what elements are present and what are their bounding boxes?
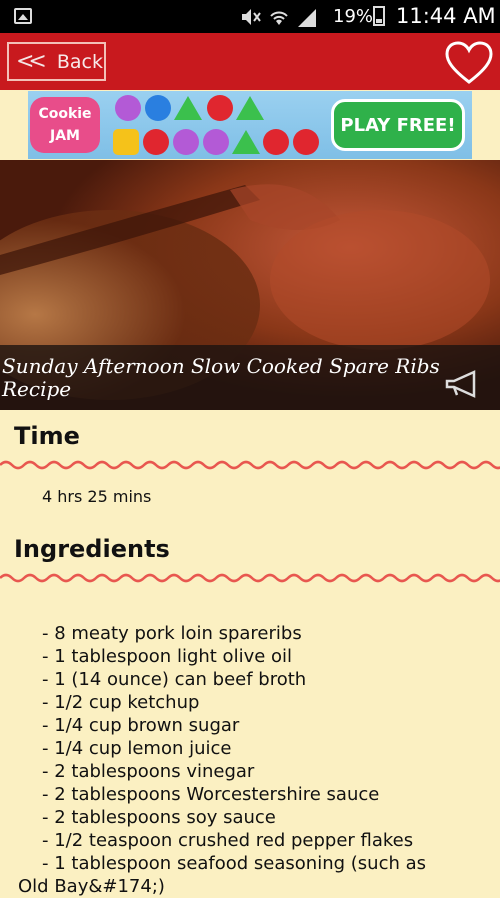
list-item: - 1 tablespoon seafood seasoning (such a… (42, 853, 427, 874)
list-item: - 1 tablespoon light olive oil (42, 646, 293, 667)
list-item: - 1/4 cup brown sugar (42, 715, 240, 736)
recipe-title: Sunday Afternoon Slow Cooked Spare Ribs … (2, 354, 440, 401)
list-item: - 1/4 cup lemon juice (42, 738, 232, 759)
favorite-heart-icon[interactable] (444, 41, 494, 85)
list-item: - 8 meaty pork loin spareribs (42, 623, 302, 644)
candy-graphic (113, 95, 319, 155)
ad-logo-line2: JAM (50, 128, 80, 144)
double-chevron-left-icon: << (16, 49, 47, 74)
battery-percent: 19% (333, 6, 374, 27)
play-free-button[interactable]: PLAY FREE! (331, 99, 465, 151)
wifi-icon (270, 11, 288, 25)
battery-icon (373, 6, 385, 26)
time-heading: Time (14, 422, 80, 450)
time-value: 4 hrs 25 mins (42, 487, 152, 506)
list-item: - 1 (14 ounce) can beef broth (42, 669, 307, 690)
gallery-icon (14, 8, 32, 24)
ad-logo: Cookie JAM (30, 97, 100, 153)
ingredients-list: - 8 meaty pork loin spareribs - 1 tables… (18, 622, 427, 898)
clock: 11:44 AM (396, 4, 496, 28)
mute-icon (242, 9, 261, 25)
recipe-title-caption: Sunday Afternoon Slow Cooked Spare Ribs … (0, 345, 500, 410)
ad-logo-line1: Cookie (38, 106, 92, 122)
list-item: Old Bay&#174;) (18, 876, 165, 897)
list-item: - 2 tablespoons soy sauce (42, 807, 276, 828)
megaphone-icon[interactable] (444, 370, 482, 398)
status-bar: 19% 11:44 AM (0, 0, 500, 33)
ad-banner[interactable]: Cookie JAM PLAY FREE! (28, 91, 472, 159)
back-button[interactable]: << Back (7, 42, 106, 81)
list-item: - 1/2 cup ketchup (42, 692, 200, 713)
ingredients-heading: Ingredients (14, 535, 170, 563)
back-label: Back (56, 50, 104, 73)
signal-icon (298, 9, 316, 27)
list-item: - 1/2 teaspoon crushed red pepper flakes (42, 830, 414, 851)
app-bar: << Back (0, 33, 500, 90)
wave-divider (0, 460, 500, 470)
list-item: - 2 tablespoons Worcestershire sauce (42, 784, 380, 805)
status-icons (240, 5, 318, 29)
wave-divider (0, 573, 500, 583)
list-item: - 2 tablespoons vinegar (42, 761, 255, 782)
